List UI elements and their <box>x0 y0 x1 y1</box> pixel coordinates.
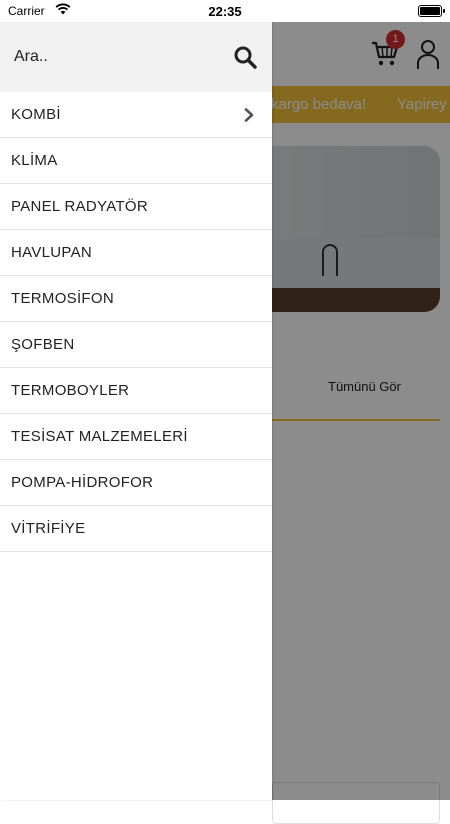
menu-item-label: ŞOFBEN <box>11 336 75 353</box>
menu-item-label: HAVLUPAN <box>11 244 93 261</box>
menu-item-termosifon[interactable]: TERMOSİFON <box>0 276 272 322</box>
menu-item-sofben[interactable]: ŞOFBEN <box>0 322 272 368</box>
status-time: 22:35 <box>208 4 242 19</box>
menu-item-label: KOMBİ <box>11 106 61 123</box>
menu-item-vitrifiye[interactable]: VİTRİFİYE <box>0 506 272 552</box>
search-icon[interactable] <box>233 45 257 69</box>
chevron-right-icon <box>244 108 254 122</box>
menu-item-label: TERMOBOYLER <box>11 382 130 399</box>
search-bar <box>0 22 272 92</box>
category-menu: KOMBİ KLİMA PANEL RADYATÖR HAVLUPAN TERM… <box>0 92 272 552</box>
menu-item-tesisat-malzemeleri[interactable]: TESİSAT MALZEMELERİ <box>0 414 272 460</box>
menu-item-panel-radyator[interactable]: PANEL RADYATÖR <box>0 184 272 230</box>
menu-item-pompa-hidrofor[interactable]: POMPA-HİDROFOR <box>0 460 272 506</box>
menu-item-termoboyler[interactable]: TERMOBOYLER <box>0 368 272 414</box>
menu-item-label: PANEL RADYATÖR <box>11 198 149 215</box>
menu-item-label: TESİSAT MALZEMELERİ <box>11 428 188 445</box>
menu-item-label: KLİMA <box>11 152 58 169</box>
menu-item-label: VİTRİFİYE <box>11 520 86 537</box>
search-input[interactable] <box>14 44 224 70</box>
battery-icon <box>418 5 445 17</box>
menu-item-kombi[interactable]: KOMBİ <box>0 92 272 138</box>
menu-item-label: TERMOSİFON <box>11 290 114 307</box>
side-drawer: KOMBİ KLİMA PANEL RADYATÖR HAVLUPAN TERM… <box>0 22 272 800</box>
menu-item-klima[interactable]: KLİMA <box>0 138 272 184</box>
menu-item-havlupan[interactable]: HAVLUPAN <box>0 230 272 276</box>
menu-item-label: POMPA-HİDROFOR <box>11 474 154 491</box>
status-bar: Carrier 22:35 <box>0 0 450 22</box>
